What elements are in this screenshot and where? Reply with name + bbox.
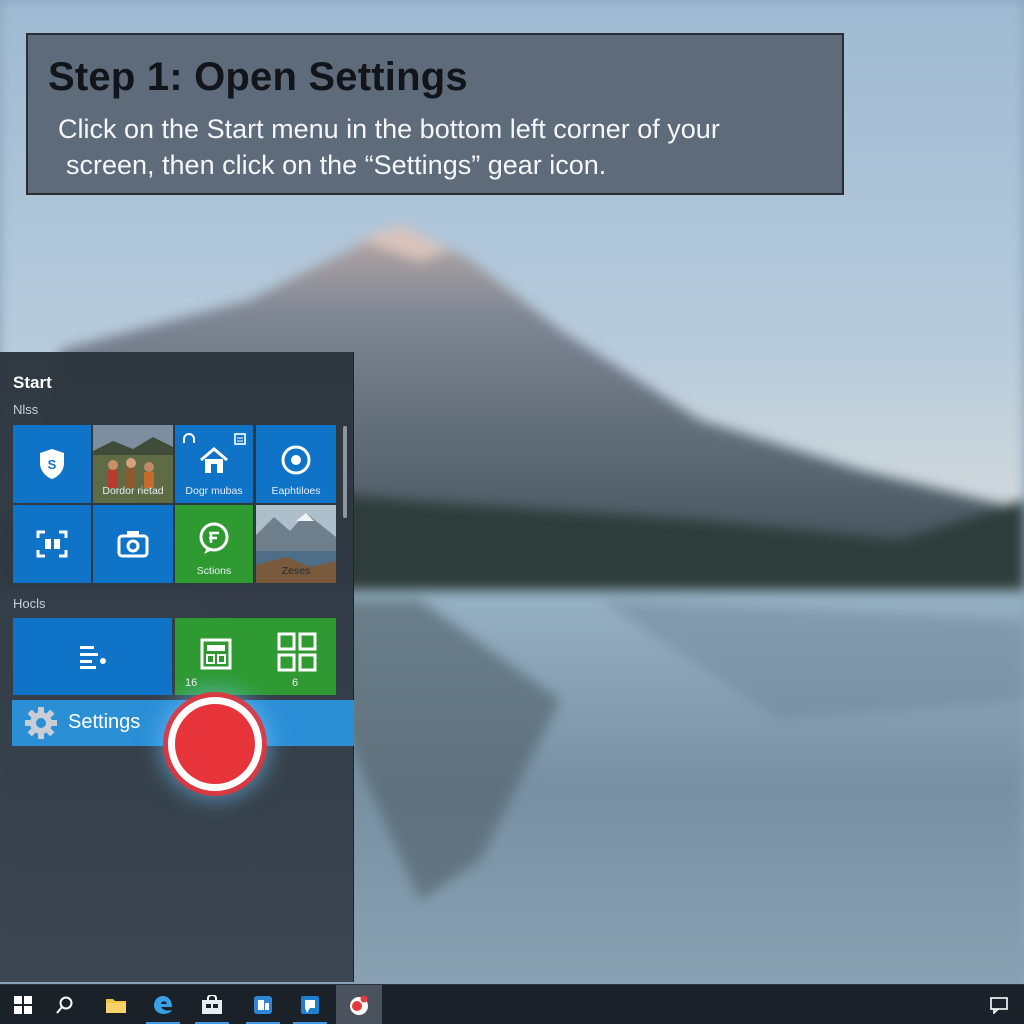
tile-photos-people[interactable]: Dordor rietad xyxy=(93,425,173,503)
scan-icon xyxy=(36,530,68,558)
file-explorer-button[interactable] xyxy=(93,985,139,1024)
tile-label: Sctions xyxy=(196,565,232,577)
camera-icon xyxy=(117,531,149,558)
tile-list[interactable] xyxy=(13,618,172,695)
start-button[interactable] xyxy=(0,985,46,1024)
apps-grid-icon xyxy=(277,632,317,672)
tile-chat[interactable]: Sctions xyxy=(175,505,253,583)
tile-label: Dordor rietad xyxy=(102,485,164,497)
banner-title: Step 1: Open Settings xyxy=(48,55,468,99)
start-menu-title: Start xyxy=(13,373,52,392)
tile-label: Dogr mubas xyxy=(185,485,243,497)
disc-icon xyxy=(281,445,311,475)
tile-scan[interactable] xyxy=(13,505,91,583)
tile-disc[interactable]: Eaphtiloes xyxy=(256,425,336,503)
store-button[interactable] xyxy=(189,985,235,1024)
windows-start-icon xyxy=(14,996,32,1014)
calculator-icon xyxy=(200,638,232,670)
notifications-icon xyxy=(990,997,1008,1014)
edge-button[interactable] xyxy=(140,985,186,1024)
settings-label: Settings xyxy=(68,711,141,733)
banner-instructions: Click on the Start menu in the bottom le… xyxy=(58,111,818,183)
notifications-button[interactable] xyxy=(976,985,1022,1024)
search-icon xyxy=(56,996,73,1014)
document-icon xyxy=(234,433,246,445)
search-button[interactable] xyxy=(42,985,88,1024)
edge-icon xyxy=(154,996,172,1014)
chat-icon xyxy=(199,522,229,554)
start-menu-scrollbar[interactable] xyxy=(343,426,347,518)
shield-icon: S xyxy=(40,449,64,479)
tile-calculator-apps[interactable]: 16 6 xyxy=(175,618,336,695)
tile-camera[interactable] xyxy=(93,505,173,583)
svg-text:S: S xyxy=(48,457,57,472)
tile-count: 6 xyxy=(292,677,299,689)
tile-home[interactable]: Dogr mubas xyxy=(175,425,253,503)
settings-app-button[interactable] xyxy=(336,985,382,1024)
gear-icon xyxy=(25,707,57,739)
mail-icon xyxy=(301,996,319,1014)
instruction-banner: Step 1: Open Settings Click on the Start… xyxy=(26,33,844,195)
mail-button[interactable] xyxy=(287,985,333,1024)
start-menu: Start Nlss S Dordor rietad Dogr mubas Ea… xyxy=(0,352,354,982)
list-icon xyxy=(79,645,106,669)
file-explorer-icon xyxy=(106,999,126,1013)
app-icon xyxy=(254,996,272,1014)
home-icon xyxy=(200,447,228,473)
tile-label: Zeses xyxy=(281,565,311,577)
tile-group-label: Nlss xyxy=(13,402,39,417)
tile-security[interactable]: S xyxy=(13,425,91,503)
headphones-icon xyxy=(183,433,195,443)
tile-label: Eaphtiloes xyxy=(271,485,321,497)
store-icon xyxy=(202,995,222,1014)
app-button[interactable] xyxy=(240,985,286,1024)
settings-app-icon xyxy=(350,995,368,1015)
tile-landscape-photo[interactable]: Zeses xyxy=(256,505,336,583)
tile-count: 16 xyxy=(185,677,198,689)
click-indicator xyxy=(168,697,262,791)
banner-line-2: screen, then click on the “Settings” gea… xyxy=(66,150,607,180)
banner-line-1: Click on the Start menu in the bottom le… xyxy=(58,114,720,144)
tile-group-label: Hocls xyxy=(13,596,46,611)
taskbar xyxy=(0,984,1024,1024)
